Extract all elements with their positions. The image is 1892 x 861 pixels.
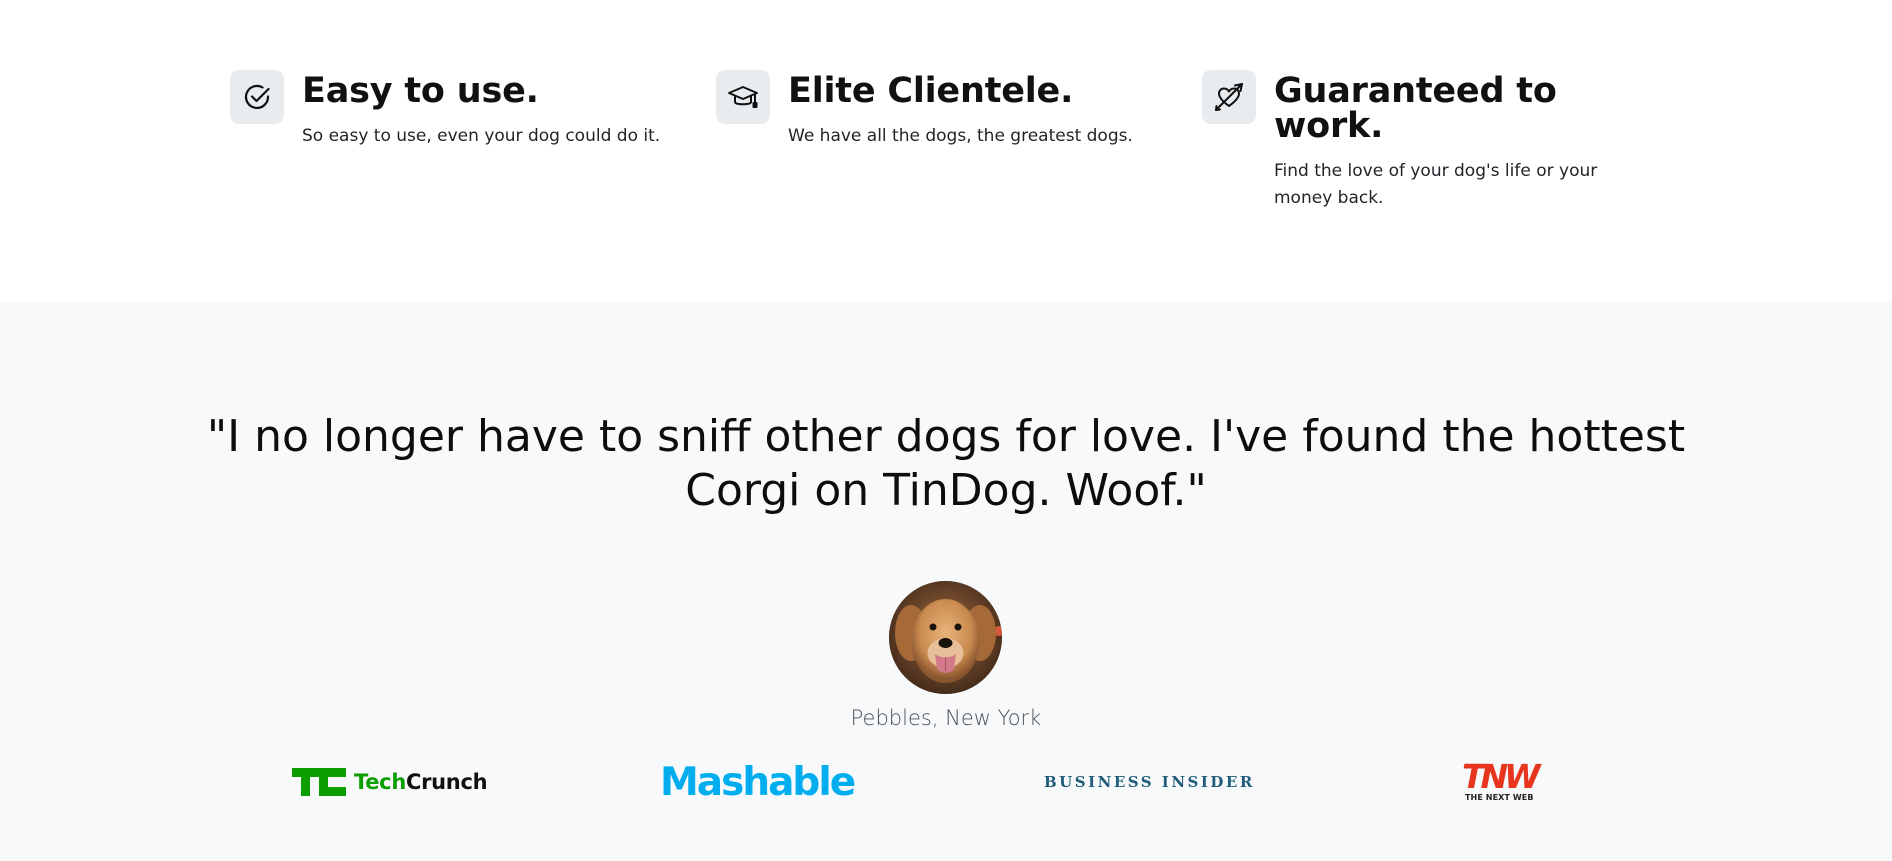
mashable-logo: Mashable bbox=[660, 752, 856, 812]
testimonial-quote: "I no longer have to sniff other dogs fo… bbox=[206, 411, 1686, 516]
techcrunch-wordmark: TechCrunch bbox=[354, 770, 488, 794]
press-logos: TechCrunch Mashable BUSINESS INSIDER TNW… bbox=[0, 752, 1892, 812]
dog-photo bbox=[889, 581, 1002, 694]
heart-arrow-icon bbox=[1202, 70, 1256, 124]
techcrunch-tech: Tech bbox=[354, 770, 406, 794]
feature-description: So easy to use, even your dog could do i… bbox=[302, 126, 661, 146]
testimonial-section: "I no longer have to sniff other dogs fo… bbox=[0, 302, 1892, 861]
feature-guaranteed-to-work: Guaranteed to work. Find the love of you… bbox=[1202, 70, 1642, 212]
page: Easy to use. So easy to use, even your d… bbox=[0, 0, 1892, 861]
feature-easy-to-use: Easy to use. So easy to use, even your d… bbox=[230, 70, 670, 150]
techcrunch-crunch: Crunch bbox=[405, 770, 488, 794]
feature-description: Find the love of your dog's life or your… bbox=[1274, 161, 1598, 208]
tnw-wrap: TNW THE NEXT WEB bbox=[1462, 756, 1541, 802]
feature-elite-clientele: Elite Clientele. We have all the dogs, t… bbox=[716, 70, 1156, 150]
feature-text: Elite Clientele. We have all the dogs, t… bbox=[788, 70, 1133, 150]
business-insider-wordmark: BUSINESS INSIDER bbox=[1044, 773, 1255, 791]
avatar bbox=[889, 581, 1002, 694]
feature-description: We have all the dogs, the greatest dogs. bbox=[788, 126, 1133, 146]
business-insider-logo: BUSINESS INSIDER bbox=[1044, 752, 1255, 812]
tnw-wordmark: TNW bbox=[1462, 756, 1541, 796]
check-circle-icon bbox=[230, 70, 284, 124]
feature-title: Elite Clientele. bbox=[788, 71, 1074, 111]
feature-text: Guaranteed to work. Find the love of you… bbox=[1274, 70, 1642, 212]
tnw-subtitle: THE NEXT WEB bbox=[1464, 792, 1534, 802]
features-section: Easy to use. So easy to use, even your d… bbox=[0, 0, 1892, 302]
tnw-logo: TNW THE NEXT WEB bbox=[1462, 752, 1541, 812]
mortarboard-icon bbox=[716, 70, 770, 124]
techcrunch-logo: TechCrunch bbox=[292, 752, 488, 812]
feature-title: Easy to use. bbox=[302, 71, 539, 111]
mashable-wordmark: Mashable bbox=[660, 759, 856, 805]
testimonial-author: Pebbles, New York bbox=[850, 706, 1042, 730]
feature-title: Guaranteed to work. bbox=[1274, 71, 1557, 146]
feature-text: Easy to use. So easy to use, even your d… bbox=[302, 70, 660, 150]
techcrunch-mark-icon bbox=[292, 768, 346, 796]
